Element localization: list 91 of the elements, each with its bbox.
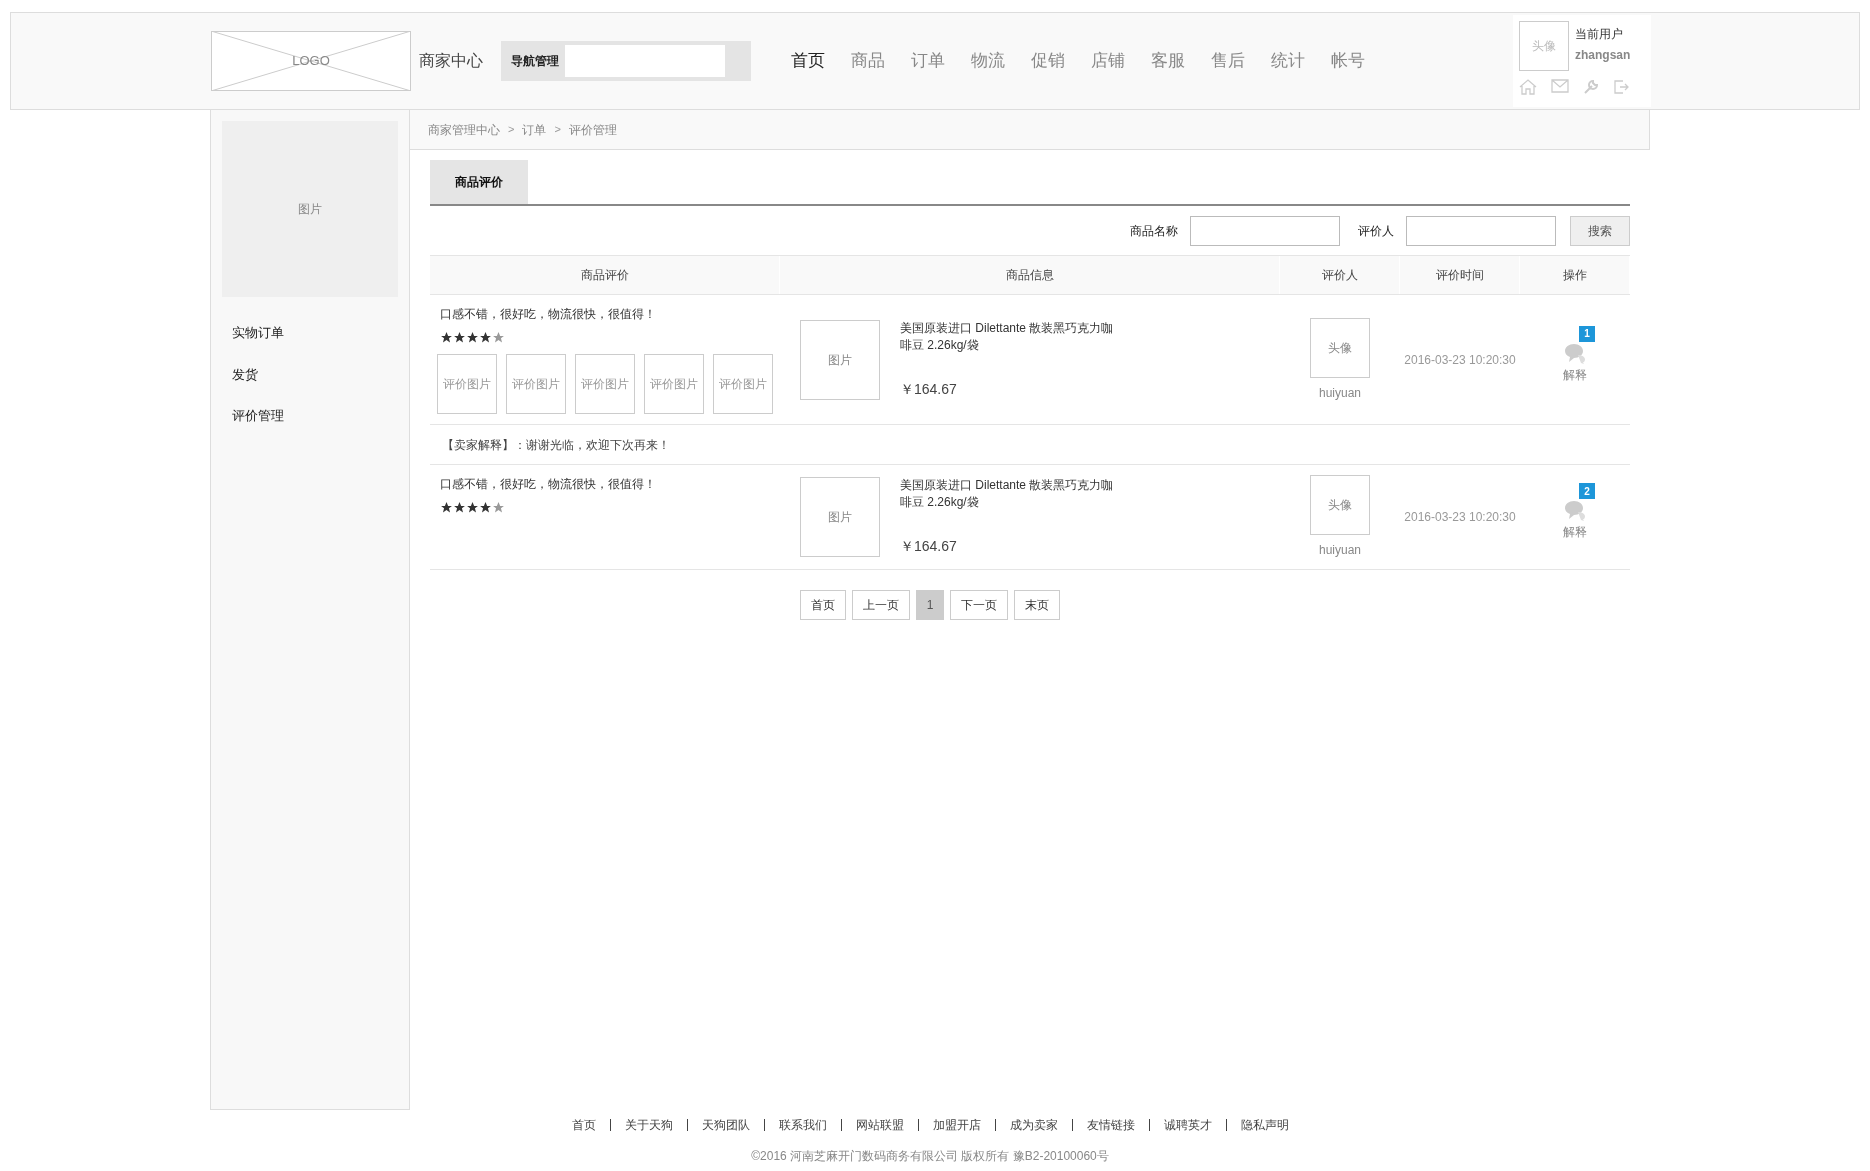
column-header: 评价人	[1280, 256, 1400, 294]
avatar-label: 头像	[1328, 497, 1352, 514]
star-icon	[466, 501, 479, 514]
sidebar-link[interactable]: 实物订单	[232, 323, 398, 343]
reviewer-name: huiyuan	[1318, 384, 1361, 402]
review-comment: 口感不错，很好吃，物流很快，很值得！	[440, 476, 657, 493]
footer-link[interactable]: 联系我们	[763, 1119, 827, 1131]
search-button[interactable]: 搜索	[1570, 216, 1630, 246]
copyright-text: ©2016 河南芝麻开门数码商务有限公司 版权所有 豫B2-20100060号	[751, 1148, 1109, 1165]
wrench-icon[interactable]	[1583, 79, 1599, 95]
footer-link[interactable]: 天狗团队	[686, 1119, 750, 1131]
filter-label: 商品名称	[1130, 223, 1178, 240]
chat-bubble-icon[interactable]	[1563, 341, 1587, 364]
column-header: 评价时间	[1400, 256, 1520, 294]
nav-link[interactable]: 首页	[791, 48, 825, 74]
breadcrumb-link[interactable]: 评价管理	[568, 120, 617, 139]
footer-link[interactable]: 加盟开店	[917, 1119, 981, 1131]
star-icon	[453, 331, 466, 344]
photo-label: 评价图片	[443, 376, 491, 393]
count-badge: 1	[1579, 325, 1595, 342]
pagination-button[interactable]: 1	[915, 590, 945, 620]
nav-link[interactable]: 促销	[1031, 48, 1065, 74]
footer-link[interactable]: 关于天狗	[609, 1119, 673, 1131]
photo-label: 评价图片	[719, 376, 767, 393]
filter-label: 评价人	[1358, 223, 1394, 240]
photo-label: 评价图片	[512, 376, 560, 393]
footer-link[interactable]: 诚聘英才	[1148, 1119, 1212, 1131]
star-icon	[492, 331, 505, 344]
star-icon	[440, 501, 453, 514]
site-title: 商家中心	[419, 51, 483, 71]
star-icon	[440, 331, 453, 344]
nav-link[interactable]: 帐号	[1331, 48, 1365, 74]
photo-label: 评价图片	[581, 376, 629, 393]
column-header: 操作	[1520, 256, 1630, 294]
logout-icon[interactable]	[1613, 79, 1629, 95]
count-badge: 2	[1579, 483, 1595, 499]
sidebar-link[interactable]: 评价管理	[232, 406, 398, 426]
image-label: 图片	[828, 351, 852, 369]
user-caption: 当前用户	[1575, 26, 1624, 43]
column-header: 商品评价	[430, 256, 780, 294]
breadcrumb-separator: >	[554, 122, 561, 138]
explain-link[interactable]: 解释	[1563, 523, 1587, 541]
star-icon	[466, 331, 479, 344]
home-icon[interactable]	[1519, 79, 1537, 95]
nav-link[interactable]: 物流	[971, 48, 1005, 74]
review-time: 2016-03-23 10:20:30	[1404, 351, 1516, 369]
image-label: 图片	[828, 509, 852, 526]
nav-search-field[interactable]: 导航管理	[501, 41, 751, 81]
filter-input[interactable]	[1190, 216, 1340, 246]
footer-link[interactable]: 友情链接	[1071, 1119, 1135, 1131]
product-price: ￥164.67	[900, 379, 958, 399]
product-price: ￥164.67	[900, 537, 958, 556]
breadcrumb-link[interactable]: 商家管理中心	[428, 120, 500, 139]
product-name: 美国原装进口 Dilettante 散装黑巧克力咖啡豆 2.26kg/袋	[900, 477, 1115, 511]
footer-link[interactable]: 网站联盟	[840, 1119, 904, 1131]
avatar-label: 头像	[1328, 339, 1352, 357]
breadcrumb-separator: >	[508, 122, 515, 138]
nav-link[interactable]: 店铺	[1091, 48, 1125, 74]
nav-link[interactable]: 商品	[851, 48, 885, 74]
explain-link[interactable]: 解释	[1563, 365, 1587, 384]
seller-reply: 【卖家解释】：谢谢光临，欢迎下次再来！	[442, 436, 670, 454]
avatar-label: 头像	[1532, 38, 1556, 55]
pagination-button[interactable]: 末页	[1014, 590, 1061, 620]
product-name: 美国原装进口 Dilettante 散装黑巧克力咖啡豆 2.26kg/袋	[900, 319, 1115, 354]
reviewer-name: huiyuan	[1318, 542, 1361, 559]
review-time: 2016-03-23 10:20:30	[1404, 509, 1516, 526]
pagination-button[interactable]: 首页	[799, 590, 846, 620]
review-comment: 口感不错，很好吃，物流很快，很值得！	[440, 306, 657, 323]
star-icon	[479, 501, 492, 514]
pagination-button[interactable]: 上一页	[851, 590, 910, 620]
tab[interactable]: 商品评价	[430, 160, 528, 204]
star-icon	[453, 501, 466, 514]
image-label: 图片	[298, 201, 322, 218]
nav-link[interactable]: 售后	[1211, 48, 1245, 74]
pagination-button[interactable]: 下一页	[950, 590, 1009, 620]
column-header: 商品信息	[780, 256, 1280, 294]
chat-bubble-icon[interactable]	[1563, 499, 1587, 521]
filter-input[interactable]	[1406, 216, 1556, 246]
footer-link[interactable]: 成为卖家	[994, 1119, 1058, 1131]
user-name: zhangsan	[1575, 47, 1631, 64]
photo-label: 评价图片	[650, 376, 698, 393]
logo-text: LOGO	[292, 52, 330, 71]
nav-link[interactable]: 统计	[1271, 48, 1305, 74]
breadcrumb-link[interactable]: 订单	[522, 120, 547, 139]
star-icon	[492, 501, 505, 514]
nav-search-label: 导航管理	[510, 53, 560, 70]
footer-link[interactable]: 隐私声明	[1225, 1119, 1289, 1131]
star-icon	[479, 331, 492, 344]
sidebar-link[interactable]: 发货	[232, 364, 398, 384]
mail-icon[interactable]	[1551, 79, 1569, 93]
footer-link[interactable]: 首页	[571, 1119, 596, 1131]
